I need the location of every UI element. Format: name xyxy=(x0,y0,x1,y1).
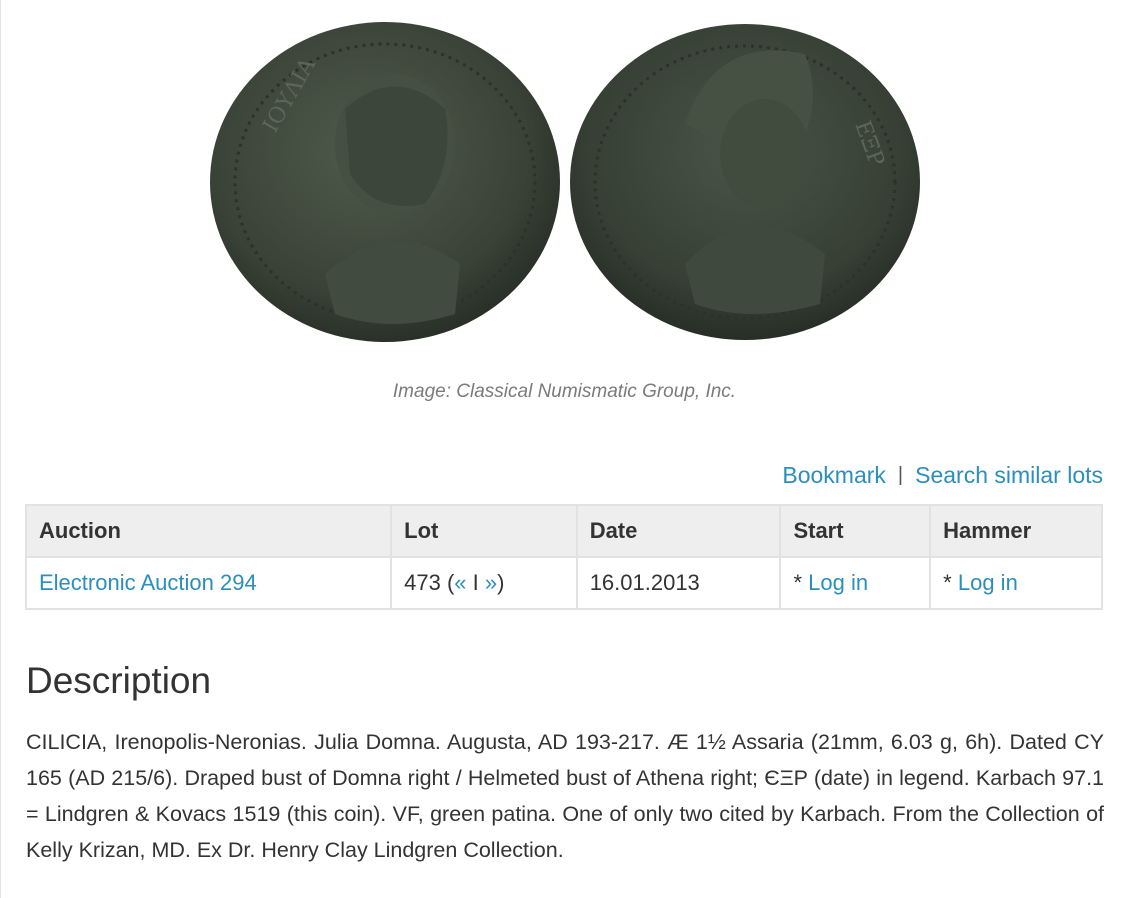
hammer-asterisk: * xyxy=(943,570,958,595)
search-similar-link[interactable]: Search similar lots xyxy=(915,462,1103,489)
hammer-login-link[interactable]: Log in xyxy=(958,570,1018,595)
cell-hammer: * Log in xyxy=(929,556,1103,610)
lot-paren-open: ( xyxy=(440,570,455,595)
table-header-row: Auction Lot Date Start Hammer xyxy=(24,504,1103,558)
coin-obverse: ΙΟΥΛΙΑ xyxy=(210,22,560,342)
coin-image: ΙΟΥΛΙΑ ΕΞΡ xyxy=(210,22,920,342)
header-start: Start xyxy=(779,504,932,558)
actions-separator: | xyxy=(897,464,904,486)
header-date: Date xyxy=(575,504,782,558)
left-border xyxy=(0,0,1,898)
auction-link[interactable]: Electronic Auction 294 xyxy=(39,570,257,595)
cell-lot: 473 (« I ») xyxy=(390,556,578,610)
next-lot-link[interactable]: » xyxy=(485,570,497,595)
cell-date: 16.01.2013 xyxy=(575,556,782,610)
lot-actions: Bookmark | Search similar lots xyxy=(782,462,1103,489)
header-lot: Lot xyxy=(390,504,578,558)
image-caption: Image: Classical Numismatic Group, Inc. xyxy=(392,381,737,402)
prev-lot-link[interactable]: « xyxy=(454,570,466,595)
cell-auction: Electronic Auction 294 xyxy=(24,556,393,610)
lot-page: ΙΟΥΛΙΑ ΕΞΡ Image: Classical Numismatic G… xyxy=(0,0,1129,898)
lot-paren-close: ) xyxy=(497,570,505,595)
description-text: CILICIA, Irenopolis-Neronias. Julia Domn… xyxy=(26,730,1104,862)
coin-reverse: ΕΞΡ xyxy=(570,24,920,340)
start-asterisk: * xyxy=(793,570,809,595)
header-hammer: Hammer xyxy=(929,504,1103,558)
start-login-link[interactable]: Log in xyxy=(808,570,868,595)
cell-start: * Log in xyxy=(779,556,932,610)
lot-number: 473 xyxy=(404,570,441,595)
bookmark-link[interactable]: Bookmark xyxy=(782,462,886,489)
description-heading: Description xyxy=(26,660,212,701)
header-auction: Auction xyxy=(24,504,393,558)
lot-table: Auction Lot Date Start Hammer Electronic… xyxy=(24,504,1103,610)
table-row: Electronic Auction 294 473 (« I ») 16.01… xyxy=(24,556,1103,610)
lot-nav-separator: I xyxy=(466,570,485,595)
